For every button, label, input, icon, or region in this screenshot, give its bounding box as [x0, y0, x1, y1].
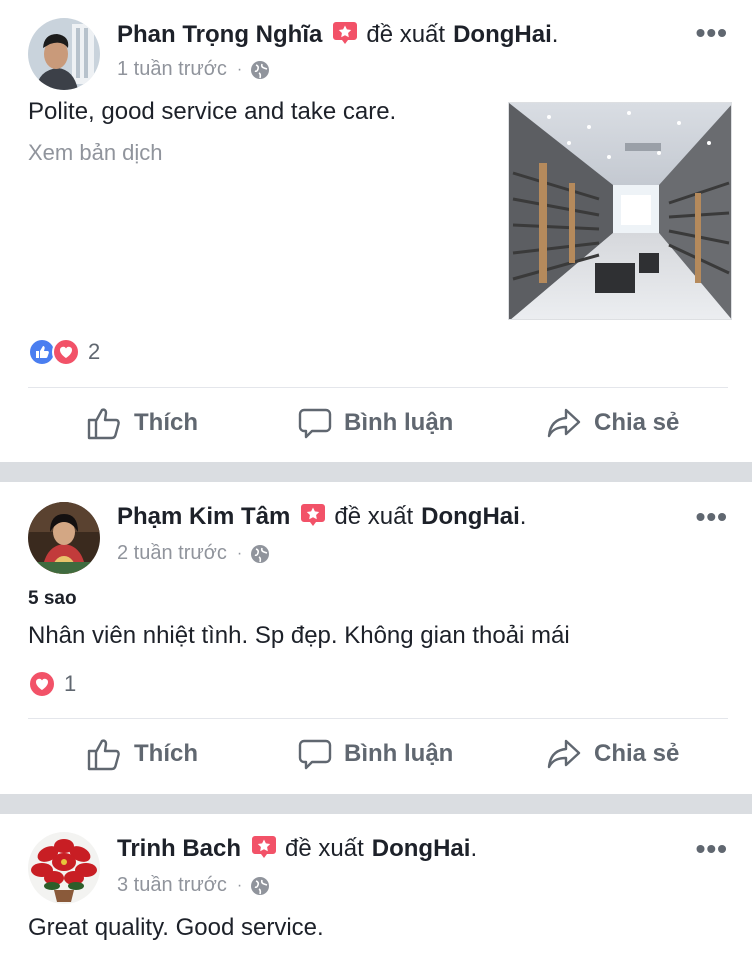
more-options-button[interactable]: •••: [696, 835, 728, 863]
comment-button[interactable]: Bình luận: [298, 737, 453, 771]
timestamp[interactable]: 3 tuần trước: [117, 874, 227, 897]
thumbs-up-icon: [87, 408, 120, 440]
like-button[interactable]: Thích: [86, 406, 198, 440]
reaction-count: 1: [64, 671, 77, 696]
post-separator: [0, 462, 752, 482]
post-photo[interactable]: [508, 102, 732, 320]
author-name[interactable]: Trinh Bach: [117, 835, 241, 863]
see-translation-link[interactable]: Xem bản dịch: [28, 140, 163, 166]
recommend-verb: đề xuất: [334, 503, 414, 530]
post-meta: 1 tuần trước ·: [117, 58, 270, 81]
more-options-button[interactable]: •••: [696, 503, 728, 531]
page-name[interactable]: DongHai: [453, 21, 552, 49]
avatar[interactable]: [28, 502, 100, 574]
action-bar: Thích Bình luận Chia sẻ: [0, 737, 752, 777]
share-icon: [547, 408, 581, 438]
post-text: Great quality. Good service.: [28, 914, 324, 941]
page-name[interactable]: DongHai: [372, 835, 471, 863]
comment-icon: [298, 408, 332, 439]
author-name[interactable]: Phạm Kim Tâm: [117, 503, 290, 531]
post-3: Trinh Bach đề xuất DongHai. 3 tuần trước…: [0, 814, 752, 960]
globe-icon: [251, 876, 270, 895]
recommend-verb: đề xuất: [366, 21, 446, 48]
share-button[interactable]: Chia sẻ: [546, 737, 679, 771]
recommend-icon: [332, 20, 358, 46]
reactions-summary[interactable]: 2: [28, 338, 100, 366]
globe-icon: [251, 544, 270, 563]
love-icon: [52, 338, 80, 366]
post-text: Polite, good service and take care.: [28, 98, 397, 125]
recommend-icon: [251, 834, 277, 860]
post-header: Trinh Bach đề xuất DongHai.: [117, 834, 478, 863]
post-separator: [0, 794, 752, 814]
recommend-verb: đề xuất: [285, 835, 364, 862]
author-name[interactable]: Phan Trọng Nghĩa: [117, 21, 322, 49]
like-button[interactable]: Thích: [86, 737, 198, 771]
comment-label: Bình luận: [344, 409, 454, 436]
post-1: Phan Trọng Nghĩa đề xuất DongHai. 1 tuần…: [0, 0, 752, 462]
comment-icon: [298, 739, 332, 770]
globe-icon: [251, 60, 270, 79]
post-2: Phạm Kim Tâm đề xuất DongHai. 2 tuần trư…: [0, 482, 752, 794]
page-name[interactable]: DongHai: [421, 503, 520, 531]
post-header: Phan Trọng Nghĩa đề xuất DongHai.: [117, 20, 559, 49]
avatar[interactable]: [28, 832, 100, 904]
love-icon: [28, 670, 56, 698]
reactions-summary[interactable]: 1: [28, 670, 76, 698]
post-header: Phạm Kim Tâm đề xuất DongHai.: [117, 502, 527, 531]
timestamp[interactable]: 1 tuần trước: [117, 58, 227, 81]
post-text: Nhân viên nhiệt tình. Sp đẹp. Không gian…: [28, 622, 570, 649]
more-options-button[interactable]: •••: [696, 19, 728, 47]
comment-label: Bình luận: [344, 740, 454, 767]
share-label: Chia sẻ: [594, 740, 680, 767]
rating-label: 5 sao: [28, 588, 77, 609]
comment-button[interactable]: Bình luận: [298, 406, 453, 440]
timestamp[interactable]: 2 tuần trước: [117, 542, 227, 565]
thumbs-up-icon: [87, 739, 120, 771]
share-icon: [547, 739, 581, 769]
like-label: Thích: [134, 740, 198, 767]
post-meta: 2 tuần trước ·: [117, 542, 270, 565]
share-label: Chia sẻ: [594, 409, 680, 436]
recommend-icon: [300, 502, 326, 528]
share-button[interactable]: Chia sẻ: [546, 406, 679, 440]
divider: [28, 387, 728, 388]
like-label: Thích: [134, 409, 198, 436]
divider: [28, 718, 728, 719]
reaction-count: 2: [88, 339, 101, 364]
action-bar: Thích Bình luận Chia sẻ: [0, 406, 752, 446]
post-meta: 3 tuần trước ·: [117, 874, 270, 897]
avatar[interactable]: [28, 18, 100, 90]
